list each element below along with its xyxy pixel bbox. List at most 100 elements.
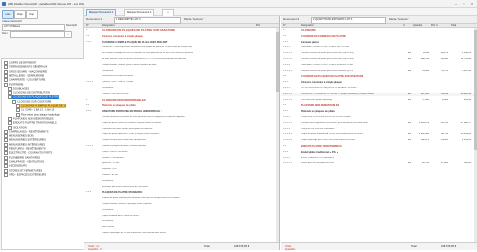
line-text: Localisation : [102,179,115,182]
estimate-line[interactable]: 3.4.1.1.1 Ventilé peint sur la plupart de… [281,162,474,166]
estimate-line[interactable]: 3.1.1.2 CARREAUX PLEINS POUR LOCAUX HUMID… [281,64,474,68]
filter-select[interactable]: LOT 3 Plâtrerie [2,24,65,31]
close-icon[interactable]: × [468,1,476,7]
expand-icon[interactable] [4,172,8,177]
tree-item-label: MÉTALLERIE - SERRURERIE [9,74,45,78]
document-line[interactable]: Ensemble des locaux suivant plans de l'a… [84,186,276,190]
line-text: Cloisons 72/48, dans les lots [102,92,129,95]
estimate-line[interactable]: 3.1.1 Carreaux pleins [281,41,474,45]
line-text: PLAFONDS NON DÉMONTABLES [301,104,340,108]
estimate-line[interactable]: 3.4 ENDUITS PLÂTRE TRADITIONNELS [281,145,474,149]
document-line[interactable]: Compris bandes, enduits, joints et toute… [84,64,276,68]
estimate-line[interactable]: 3.1.1.1 CARREAUX PLEINS POUR LOCAUX SECS … [281,46,474,50]
estimate-line[interactable]: 3.4.1 Enduit plâtre traditionnel « P.S. » [281,151,474,155]
document-line[interactable]: 3.1.1.1 Cloisons 72/48 - 1 BA 13 + isolan… [84,81,276,85]
estimate-line[interactable]: 3.3.1 Plafonds en plaques de plâtre [281,110,474,114]
estimate-line[interactable]: 3.2.1 Cloisons courantes à simple plaque [281,81,474,85]
document-line[interactable]: Bloc contrôle [84,226,276,230]
line-number: 4 [86,98,88,101]
list-button[interactable]: Liste [2,10,14,19]
document-line[interactable]: Plaques de plâtre standard pour plafonds… [84,197,276,201]
cell-u: M2 [407,162,411,165]
document-line[interactable]: 4.1.2 PLAQUES DE PLÂTRE STANDARD : [84,191,276,195]
right-total-label: Total [411,245,417,248]
document-line[interactable]: 3 CLOISONS EN PLAQUES DE PLÂTRE SUR OSSAT… [84,29,276,33]
search-icon[interactable]: ⌕ [64,31,72,38]
estimate-line[interactable]: 3.1.1.1.2 Cloisons carreaux de plâtre pou… [281,58,474,62]
line-text: Ventilé peint sur la plupart des murs [301,162,335,165]
cell-pu: 14,825 [440,139,448,142]
document-line[interactable]: Suivant plans et études architecte. [84,75,276,79]
window-title: [38] Attaflex Descriptif - [attaflex2011… [8,2,84,6]
line-text: CLOISONS EN PLAQUES DE PLÂTRE SUR OSSATU… [301,75,364,79]
estimate-line[interactable]: 3.3.1.1 OSSATURE PORTEUSE EN PROFIL HORIZ… [281,116,474,120]
document-line[interactable]: Fixations : ACIER [84,174,276,178]
panel-splitter[interactable] [279,16,280,250]
estimate-line[interactable]: 3.3.1.2.1 Plaque de plâtre standard BA 13… [281,133,474,137]
estimate-line[interactable]: 3.4.1.1 ENDUIT MANUEL P.S. ÉPAISSEUR [281,157,474,161]
tree-item-label: DOUBLAGES [13,87,30,91]
document-line[interactable]: Localisation : [84,87,276,91]
document-line[interactable]: Épaisseur : 13 mm [84,162,276,166]
document-line[interactable]: 4 CLOISONS NON DÉMONTABLES [84,99,276,103]
document-line[interactable]: Compris bandes, enduits et ponçage, tout… [84,203,276,207]
document-line[interactable]: Finitions : PRÉPARÉES [84,157,276,161]
maximize-icon[interactable]: ▫ [460,1,468,7]
document-line[interactable]: Plâtrier : ENDUIT de finition [84,151,276,155]
document-line[interactable]: Suspente : ROC [84,168,276,172]
minimize-icon[interactable]: – [452,1,460,7]
tree-item-label: CL 72/48 - 1 BA 13 - 1 BA 13 [21,108,55,112]
app-icon [2,2,6,6]
document-line[interactable]: Plaque standard BA 13, dans les locaux. [84,215,276,219]
estimate-line[interactable]: 3 CLOISONS [281,29,474,33]
left-document-body[interactable]: 3 CLOISONS EN PLAQUES DE PLÂTRE SUR OSSAT… [84,28,276,242]
line-number: 3.1.1.2.1 [283,69,292,72]
cell-pu: 69,685 [440,58,448,60]
tree-item[interactable]: VRD - ESPACES EXTÉRIEURS [4,172,46,177]
estimate-line[interactable]: 3.2.1.1 CLOISONS À SIMPLE PLAQUE DE 13 mm… [281,87,474,91]
right-document-select[interactable]: 2 QUANTITATIF ESTIMATIF LOT 3 [311,17,386,24]
line-number: 3 [86,29,88,31]
document-tabs: Marquer Document 1 Marquer Document 2 + [84,8,477,17]
estimate-line[interactable]: 3.3.1.1.1 Ossature sous rapprochée sous t… [281,122,474,126]
document-line[interactable]: Ossature porteuse en profilés en acier g… [84,116,276,120]
cell-total: 27 000,77 [460,121,471,124]
document-line[interactable]: Traitement des joints suivant prescripti… [84,128,276,132]
document-line[interactable]: Localisation : [84,209,276,213]
document-line[interactable]: Localisation : [84,180,276,184]
chapter-button[interactable]: Chap. [14,10,26,19]
estimate-line[interactable]: 3.1 CLOISONS EN CARREAUX DE PLÂTRE [281,35,474,39]
chapter-tree[interactable]: CORPS DE BÂTIMENT TERRASSEMENTS GÉNÉRAUX G… [1,58,85,250]
estimate-line[interactable]: 3.2.1.1.1 Cloisons de 72 à isolant de 13 … [281,92,474,97]
document-line[interactable]: sur ossature métallique de rails et mont… [84,52,276,56]
left-document-select[interactable]: 1 DESCRIPTIF LOT 3 [114,17,181,24]
document-line[interactable]: Plaques hydrofuges de 13 mm d'épaisseur,… [84,232,276,236]
estimate-line[interactable]: 3.2 CLOISONS EN PLAQUES DE PLÂTRE SUR OSS… [281,75,474,79]
cell-qty: 77,600 [421,98,429,101]
document-line[interactable]: Plaque de plâtre épaisseur 13 mm, y comp… [84,133,276,137]
estimate-line[interactable]: 3.3.1.2 PLAQUES DE PLÂTRE STANDARD [281,128,474,132]
line-text: Ossature porteuse en profilés en acier g… [102,116,186,118]
document-line[interactable]: de laine minérale. Mise en œuvre conform… [84,58,276,62]
document-line[interactable]: Plaque de plâtre vissée sur ossature, co… [84,122,276,126]
document-line[interactable]: Localisation : [84,70,276,74]
estimate-line[interactable]: 3.3.1.2.2 Plaque hydrofuge BA 13 mm, sous… [281,139,474,143]
document-line[interactable]: Compris renforts pour fixation des équip… [84,139,276,143]
tree-item-label: CLOISONS DE DISTRIBUTION [13,91,50,95]
document-line[interactable]: 3.1.1 CLOISONS À SIMPLE PLAQUE DE 13 mm A… [84,41,276,45]
estimate-line[interactable]: 3.1.1.1.1 Cloisons carreaux de plâtre pou… [281,52,474,56]
document-line[interactable]: 3.1 Cloisons courantes à simple plaque [84,35,276,39]
estimate-line[interactable]: 3.3 PLAFONDS NON DÉMONTABLES [281,104,474,108]
document-line[interactable]: 4.1 Plafonds en plaques de plâtre [84,104,276,108]
document-line[interactable]: 4.1.1.1 Plafond en plaques de plâtre, oss… [84,145,276,149]
estimate-line[interactable]: 3.2.1.1.2 Plus-value pour plaque hydrofug… [281,99,474,103]
estimate-line[interactable]: 3.1.1.2.1 Cloisons carreaux de plâtre pou… [281,70,474,74]
duplicate-button[interactable]: Dup. [26,10,38,19]
document-line[interactable]: Cloison de 72 mm d'épaisseur constituée … [84,46,276,50]
tree-item-label: STORES ET FERMETURES [9,169,43,173]
document-line[interactable]: 4.1.1 OSSATURE PORTEUSE EN PROFIL HORIZON… [84,110,276,114]
search-input[interactable] [10,31,65,38]
document-line[interactable]: Localisation : [84,220,276,224]
document-line[interactable]: Cloisons 72/48, dans les lots [84,93,276,97]
right-document-body[interactable]: 3 CLOISONS 3.1 CLOISONS EN CARREAUX DE PLÂT… [281,28,474,242]
